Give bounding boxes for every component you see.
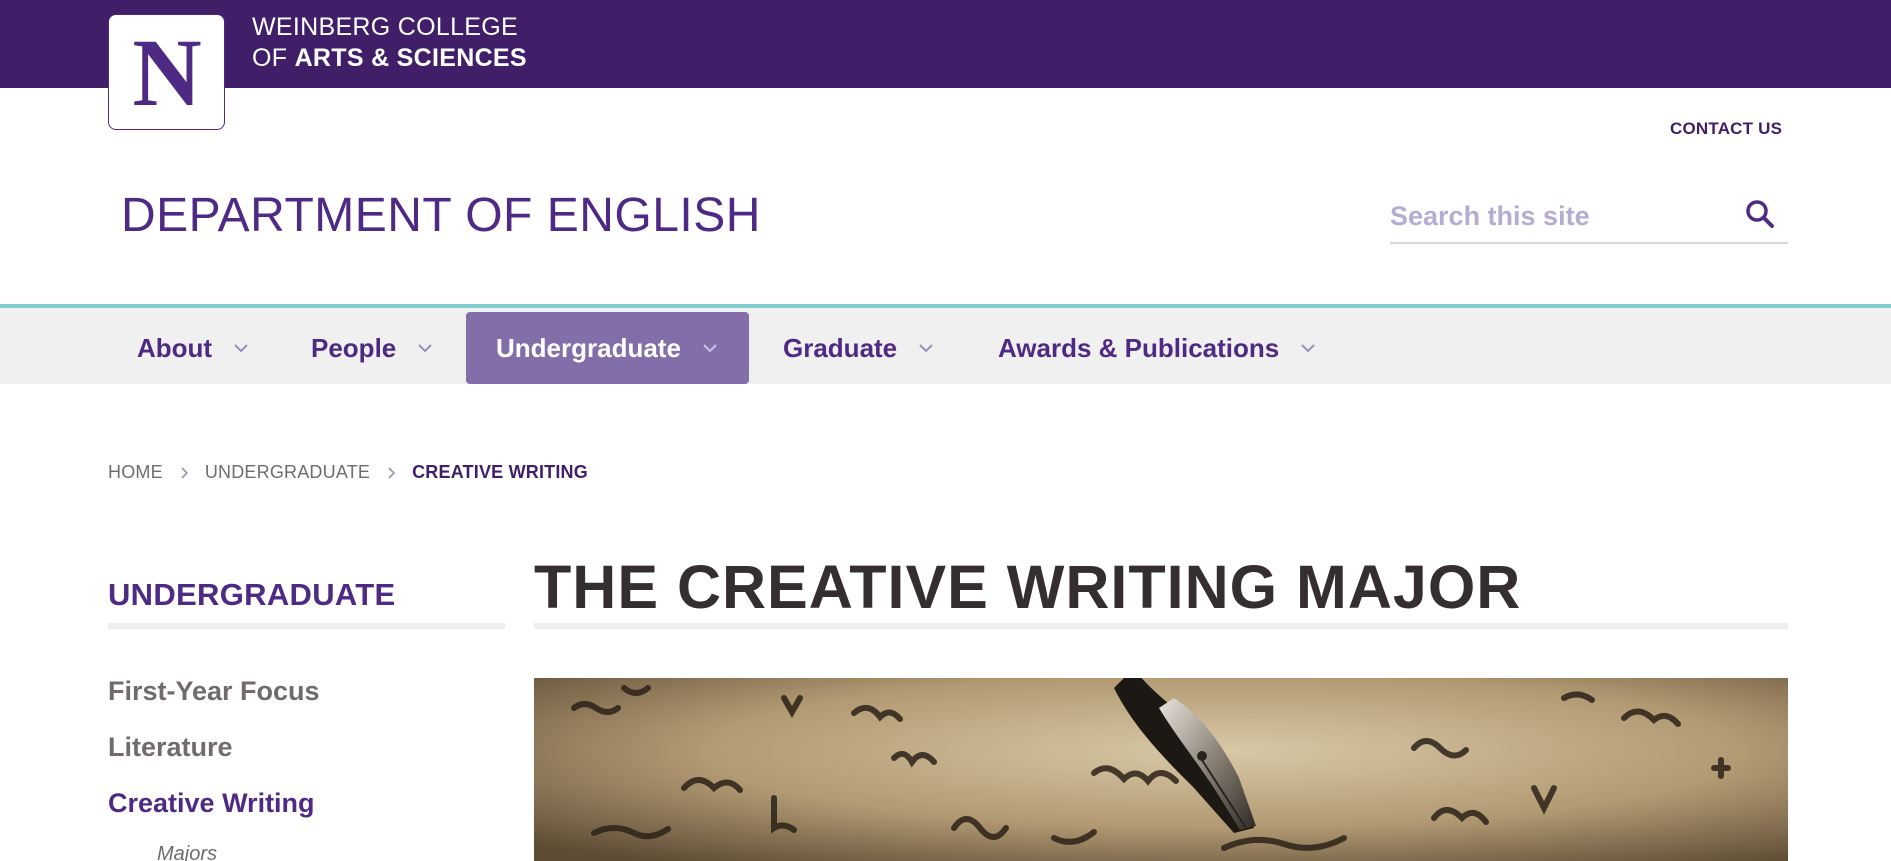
site-search [1390,190,1788,244]
breadcrumb-undergraduate[interactable]: UNDERGRADUATE [205,462,370,483]
nav-item-undergraduate[interactable]: Undergraduate [466,312,749,384]
nav-item-graduate[interactable]: Graduate [753,312,961,384]
sidebar-item-literature[interactable]: Literature [108,732,233,763]
search-button[interactable] [1740,194,1780,234]
sidebar-subitem-majors[interactable]: Majors [157,843,217,861]
sidebar-item-first-year-focus[interactable]: First-Year Focus [108,676,320,707]
nav-item-label: About [137,332,213,363]
search-input[interactable] [1390,196,1730,236]
northwestern-logo[interactable]: N [108,14,225,130]
logo-letter: N [132,29,201,115]
top-bar: WEINBERG COLLEGE OF ARTS & SCIENCES [0,0,1891,88]
contact-us-link[interactable]: CONTACT US [1670,119,1782,139]
college-name-line1: WEINBERG COLLEGE [252,13,518,41]
breadcrumb: HOME UNDERGRADUATE CREATIVE WRITING [108,462,588,483]
nav-item-people[interactable]: People [281,312,460,384]
sidebar-item-creative-writing[interactable]: Creative Writing [108,788,315,819]
college-name-bold: ARTS & SCIENCES [294,44,527,72]
chevron-down-icon [418,344,432,353]
college-name[interactable]: WEINBERG COLLEGE OF ARTS & SCIENCES [252,12,527,74]
main-nav: About People Undergraduate Graduate Awar… [0,304,1891,384]
northwestern-n-logo-icon: N [132,29,201,115]
breadcrumb-home[interactable]: HOME [108,462,163,483]
chevron-right-icon [181,466,188,479]
chevron-down-icon [234,344,248,353]
sidebar-divider [108,623,505,629]
search-icon [1746,200,1774,228]
nav-item-label: People [311,332,397,363]
nav-item-label: Awards & Publications [998,332,1280,363]
title-divider [534,623,1788,629]
chevron-down-icon [919,344,933,353]
chevron-down-icon [1301,344,1315,353]
department-title[interactable]: DEPARTMENT OF ENGLISH [121,188,761,243]
sidebar-title[interactable]: UNDERGRADUATE [108,577,396,613]
nav-item-label: Graduate [783,332,898,363]
nav-item-awards-publications[interactable]: Awards & Publications [968,312,1343,384]
fountain-pen-image [534,678,1788,861]
nav-item-label: Undergraduate [496,332,681,363]
page-title: THE CREATIVE WRITING MAJOR [534,553,1522,621]
chevron-down-icon [703,344,717,353]
hero-image [534,678,1788,861]
nav-item-about[interactable]: About [107,312,276,384]
college-name-prefix: OF [252,44,288,72]
breadcrumb-current: CREATIVE WRITING [412,462,588,482]
chevron-right-icon [388,466,396,479]
